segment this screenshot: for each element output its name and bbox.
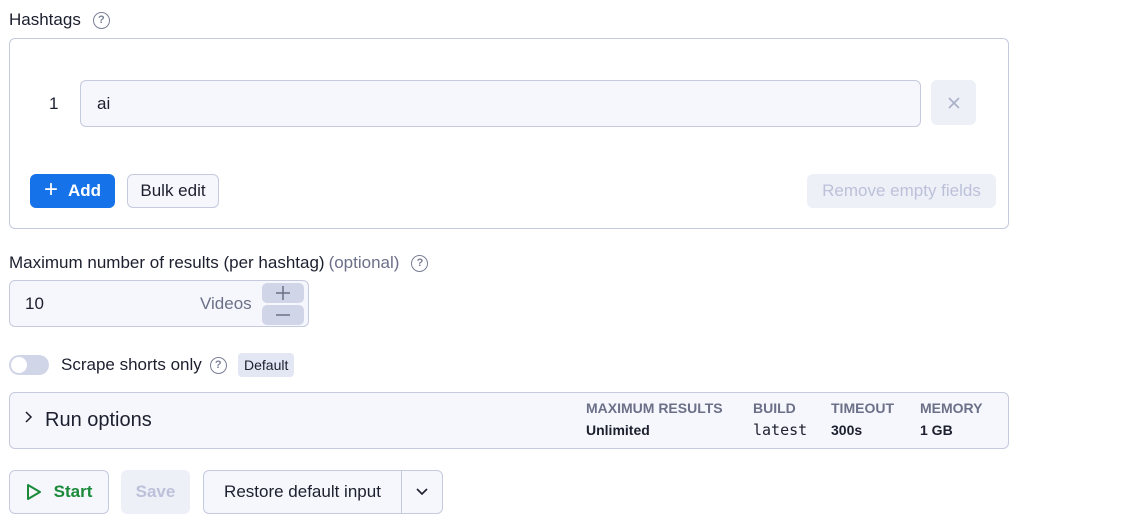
start-button-label: Start bbox=[53, 482, 93, 501]
stat-memory-label: MEMORY bbox=[920, 400, 983, 416]
remove-empty-fields-button[interactable]: Remove empty fields bbox=[807, 174, 996, 208]
save-button[interactable]: Save bbox=[121, 470, 190, 514]
restore-default-button[interactable]: Restore default input bbox=[204, 471, 402, 513]
chevron-right-icon[interactable] bbox=[24, 408, 34, 429]
scrape-shorts-label-text: Scrape shorts only bbox=[61, 355, 202, 374]
stat-build-label: BUILD bbox=[753, 400, 796, 416]
close-icon bbox=[947, 96, 960, 109]
max-results-unit: Videos bbox=[200, 294, 252, 313]
decrement-button[interactable] bbox=[262, 305, 304, 325]
stat-max-results-value: Unlimited bbox=[586, 422, 650, 438]
run-options-title[interactable]: Run options bbox=[45, 409, 152, 432]
start-button[interactable]: Start bbox=[9, 470, 109, 514]
max-results-value: 10 bbox=[25, 294, 44, 313]
play-icon bbox=[26, 484, 41, 500]
question-circle-icon[interactable]: ? bbox=[209, 356, 227, 374]
hashtag-input-value: ai bbox=[97, 93, 111, 113]
max-results-label: Maximum number of results (per hashtag) … bbox=[9, 253, 429, 273]
minus-icon bbox=[276, 314, 290, 316]
add-button-label: Add bbox=[67, 181, 102, 200]
hashtag-input[interactable]: ai bbox=[80, 80, 921, 127]
remove-hashtag-button[interactable] bbox=[931, 80, 976, 125]
default-badge: Default bbox=[238, 353, 295, 377]
question-circle-icon[interactable]: ? bbox=[411, 254, 429, 272]
stat-max-results-label: MAXIMUM RESULTS bbox=[586, 400, 723, 416]
plus-icon bbox=[276, 286, 290, 300]
scrape-shorts-label: Scrape shorts only ? bbox=[61, 355, 227, 375]
restore-dropdown-button[interactable] bbox=[402, 471, 442, 513]
optional-tag: (optional) bbox=[328, 253, 400, 272]
toggle-knob bbox=[11, 357, 27, 373]
stat-timeout-label: TIMEOUT bbox=[831, 400, 894, 416]
hashtags-label: Hashtags ? bbox=[9, 10, 110, 30]
bulk-edit-button[interactable]: Bulk edit bbox=[127, 174, 219, 208]
add-button[interactable]: + Add bbox=[30, 174, 115, 208]
max-results-label-text: Maximum number of results (per hashtag) bbox=[9, 253, 325, 272]
restore-default-group: Restore default input bbox=[203, 470, 443, 514]
plus-icon: + bbox=[43, 175, 58, 203]
chevron-down-icon bbox=[416, 488, 428, 496]
scrape-shorts-toggle[interactable] bbox=[9, 355, 49, 375]
hashtag-row-index: 1 bbox=[49, 94, 59, 113]
stat-timeout-value: 300s bbox=[831, 422, 863, 438]
question-circle-icon[interactable]: ? bbox=[92, 11, 110, 29]
stat-build-value: latest bbox=[753, 421, 808, 439]
increment-button[interactable] bbox=[262, 283, 304, 303]
stat-memory-value: 1 GB bbox=[920, 422, 953, 438]
hashtags-label-text: Hashtags bbox=[9, 10, 81, 29]
